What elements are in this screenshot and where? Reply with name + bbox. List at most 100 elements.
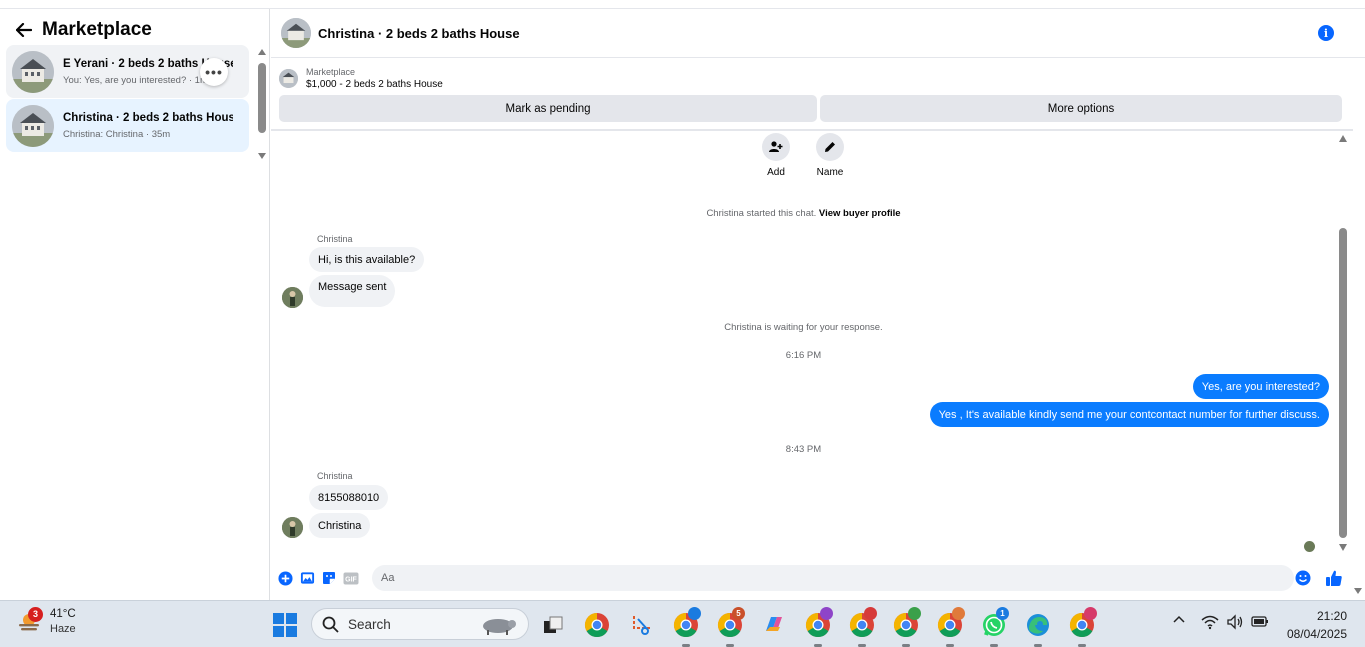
windows-taskbar: 3 41°C Haze Search 5 1 21:20 08/04/2025: [0, 600, 1365, 647]
listing-card[interactable]: Marketplace $1,000 - 2 beds 2 baths Hous…: [279, 64, 443, 92]
buyer-avatar[interactable]: [282, 517, 303, 538]
outgoing-message[interactable]: Yes, are you interested?: [1192, 374, 1329, 399]
conversation-title: Christina · 2 beds 2 baths House: [63, 111, 233, 124]
svg-text:GIF: GIF: [345, 576, 357, 583]
timestamp: 6:16 PM: [785, 350, 822, 361]
listing-category: Marketplace: [306, 66, 356, 77]
windows-start-icon[interactable]: [273, 613, 297, 637]
page-scroll-down-icon[interactable]: [1354, 588, 1362, 594]
chat-scrollbar[interactable]: [1337, 133, 1349, 553]
haze-weather-icon: 3: [16, 606, 43, 635]
message-input-box[interactable]: [372, 565, 1294, 591]
chat-header: Christina · 2 beds 2 baths House i: [271, 9, 1365, 58]
chat-started-text: Christina started this chat.: [706, 208, 817, 219]
house-thumbnail: [12, 50, 54, 93]
chat-title[interactable]: Christina · 2 beds 2 baths House: [318, 26, 520, 41]
snipping-tool-icon[interactable]: [627, 610, 657, 640]
copilot-icon[interactable]: [759, 610, 789, 640]
plus-circle-icon[interactable]: [277, 570, 293, 586]
clock-time: 21:20: [1316, 609, 1347, 623]
edge-icon[interactable]: [1023, 610, 1053, 647]
notification-badge: 5: [732, 607, 745, 620]
add-person-button[interactable]: Add: [753, 133, 799, 178]
wifi-icon[interactable]: [1201, 614, 1219, 630]
chrome-profile-icon[interactable]: [935, 607, 965, 647]
notification-badge: 1: [996, 607, 1009, 620]
chrome-profile-icon[interactable]: 5: [715, 607, 745, 647]
incoming-message[interactable]: 8155088010: [309, 485, 389, 510]
waiting-notice: Christina is waiting for your response.: [724, 322, 883, 333]
chrome-icon[interactable]: [582, 610, 612, 640]
conversation-preview: Christina: Christina · 35m: [63, 128, 171, 140]
search-highlight-image: [478, 614, 518, 636]
conversation-item-e-yerani[interactable]: E Yerani · 2 beds 2 baths House You: Yes…: [6, 45, 249, 98]
profile-badge-icon: [688, 607, 701, 620]
battery-icon[interactable]: [1251, 614, 1269, 628]
profile-badge-icon: [908, 607, 921, 620]
taskbar-search[interactable]: Search: [311, 608, 529, 640]
weather-widget[interactable]: 3 41°C Haze: [16, 606, 76, 635]
scroll-up-icon[interactable]: [1339, 135, 1347, 142]
emoji-icon[interactable]: [1295, 570, 1311, 586]
top-browser-strip: [0, 0, 1365, 9]
scroll-down-icon[interactable]: [258, 153, 266, 159]
chat-started-notice: Christina started this chat. View buyer …: [271, 208, 1336, 219]
mark-as-pending-button[interactable]: Mark as pending: [279, 95, 817, 122]
incoming-message[interactable]: Christina: [309, 513, 371, 538]
scroll-down-icon[interactable]: [1339, 544, 1347, 551]
incoming-message[interactable]: Message sent: [309, 275, 396, 307]
chrome-profile-icon[interactable]: [1067, 607, 1097, 647]
clock-date: 08/04/2025: [1286, 627, 1347, 641]
profile-badge-icon: [952, 607, 965, 620]
chevron-up-icon[interactable]: [1172, 614, 1186, 624]
info-icon[interactable]: i: [1318, 25, 1334, 41]
sidebar-scrollbar[interactable]: [257, 49, 267, 159]
view-buyer-profile-link[interactable]: View buyer profile: [819, 208, 901, 219]
chrome-profile-icon[interactable]: [803, 607, 833, 647]
scrollbar-thumb[interactable]: [258, 63, 266, 133]
name-label: Name: [816, 167, 844, 178]
back-arrow-icon[interactable]: [14, 20, 34, 40]
weather-badge: 3: [28, 606, 43, 622]
chrome-profile-icon[interactable]: [847, 607, 877, 647]
sidebar-title: Marketplace: [42, 19, 152, 40]
task-view-icon[interactable]: [538, 610, 568, 640]
conversation-sidebar: Marketplace E Yerani · 2 beds 2 baths Ho…: [0, 9, 270, 600]
thumbs-up-icon[interactable]: [1325, 569, 1343, 587]
sender-name: Christina: [317, 471, 353, 481]
conversation-item-christina[interactable]: Christina · 2 beds 2 baths House Christi…: [6, 99, 249, 152]
whatsapp-icon[interactable]: 1: [979, 607, 1009, 647]
search-label: Search: [348, 616, 391, 632]
add-label: Add: [767, 167, 785, 178]
chat-house-thumbnail[interactable]: [281, 18, 311, 48]
timestamp: 8:43 PM: [785, 444, 822, 455]
buyer-avatar[interactable]: [282, 287, 303, 308]
app-window: Marketplace E Yerani · 2 beds 2 baths Ho…: [0, 0, 1365, 647]
system-clock[interactable]: 21:20 08/04/2025: [1287, 609, 1347, 641]
more-options-button[interactable]: More options: [820, 95, 1342, 122]
profile-badge-icon: [1084, 607, 1097, 620]
profile-badge-icon: [820, 607, 833, 620]
gif-icon[interactable]: GIF: [343, 570, 359, 586]
seen-avatar-icon: [1304, 541, 1315, 552]
chrome-profile-icon[interactable]: [671, 607, 701, 647]
add-person-icon: [762, 133, 790, 161]
scrollbar-thumb[interactable]: [1339, 228, 1347, 538]
sticker-icon[interactable]: [321, 570, 337, 586]
more-options-icon[interactable]: •••: [200, 58, 228, 86]
chrome-profile-icon[interactable]: [891, 607, 921, 647]
search-icon: [322, 616, 339, 633]
profile-badge-icon: [864, 607, 877, 620]
incoming-message[interactable]: Hi, is this available?: [309, 247, 425, 272]
weather-temperature: 41°C: [50, 608, 76, 620]
listing-thumbnail: [279, 68, 298, 88]
weather-condition: Haze: [50, 623, 76, 635]
photo-icon[interactable]: [299, 570, 315, 586]
message-list: Add Name Christina started this chat. Vi…: [271, 131, 1336, 561]
scroll-up-icon[interactable]: [258, 49, 266, 55]
outgoing-message[interactable]: Yes , It's available kindly send me your…: [929, 402, 1329, 427]
house-thumbnail: [12, 104, 54, 147]
message-input[interactable]: [381, 572, 1261, 584]
speaker-icon[interactable]: [1227, 614, 1245, 630]
name-button[interactable]: Name: [807, 133, 853, 178]
